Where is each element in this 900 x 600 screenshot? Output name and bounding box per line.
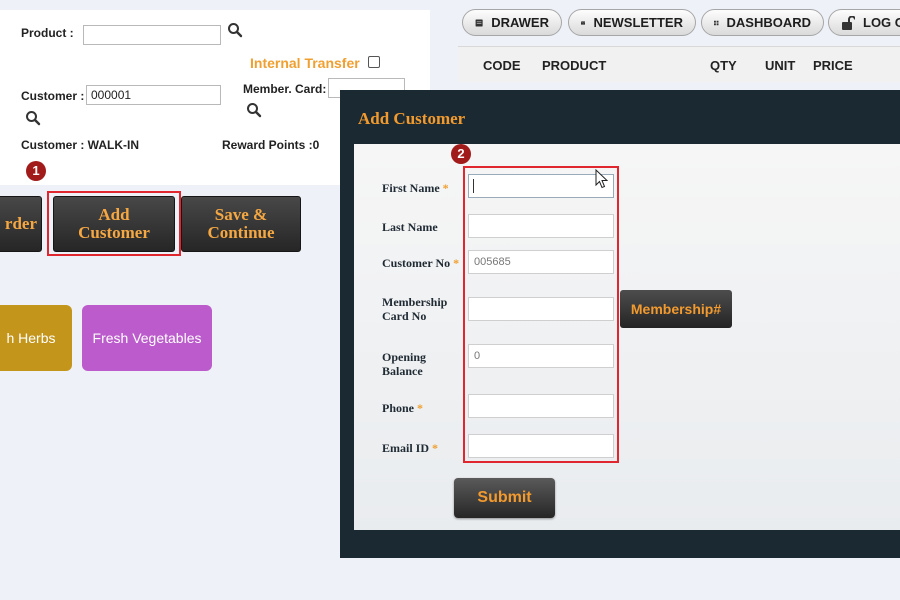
category-tile-label: Fresh Vegetables xyxy=(92,330,202,346)
product-label: Product : xyxy=(21,26,74,40)
add-customer-button[interactable]: Add Customer xyxy=(53,196,175,252)
category-tile-herbs[interactable]: h Herbs xyxy=(0,305,72,371)
col-qty: QTY xyxy=(710,58,737,73)
dashboard-button[interactable]: DASHBOARD xyxy=(701,9,824,36)
first-name-label: First Name * xyxy=(382,181,449,195)
required-mark: * xyxy=(417,401,424,415)
newsletter-button[interactable]: NEWSLETTER xyxy=(568,9,696,36)
reward-points-text: Reward Points :0 xyxy=(222,138,320,152)
email-input[interactable] xyxy=(468,434,614,458)
text-cursor-caret xyxy=(473,179,474,193)
col-price: PRICE xyxy=(813,58,853,73)
membership-number-button[interactable]: Membership# xyxy=(620,290,732,328)
col-code: CODE xyxy=(483,58,521,73)
newsletter-label: NEWSLETTER xyxy=(593,15,683,30)
order-button[interactable]: rder xyxy=(0,196,42,252)
customer-input[interactable] xyxy=(86,85,221,105)
phone-input[interactable] xyxy=(468,394,614,418)
email-label-text: Email ID xyxy=(382,441,430,455)
member-card-search-icon[interactable] xyxy=(246,102,262,118)
customer-no-input[interactable] xyxy=(468,250,614,274)
drawer-label: DRAWER xyxy=(491,15,549,30)
modal-body: First Name * Last Name Customer No * Mem… xyxy=(354,144,900,530)
required-mark: * xyxy=(442,181,449,195)
dashboard-icon xyxy=(714,20,719,25)
drawer-button[interactable]: DRAWER xyxy=(462,9,562,36)
save-continue-button[interactable]: Save & Continue xyxy=(181,196,301,252)
add-customer-modal: Add Customer First Name * Last Name Cust… xyxy=(340,90,900,558)
logout-label: LOG O xyxy=(863,15,900,30)
col-product: PRODUCT xyxy=(542,58,607,73)
membership-card-input[interactable] xyxy=(468,297,614,321)
email-label: Email ID * xyxy=(382,441,438,455)
step-badge-1: 1 xyxy=(26,161,46,181)
modal-title: Add Customer xyxy=(358,109,466,128)
required-mark: * xyxy=(432,441,439,455)
last-name-label: Last Name xyxy=(382,220,438,234)
cart-table-header: CODE PRODUCT QTY UNIT PRICE xyxy=(458,46,900,82)
mouse-pointer-icon xyxy=(595,169,609,189)
product-input[interactable] xyxy=(83,25,221,45)
customer-no-label: Customer No * xyxy=(382,256,459,270)
drawer-icon xyxy=(475,18,483,27)
category-tile-vegetables[interactable]: Fresh Vegetables xyxy=(82,305,212,371)
phone-label: Phone * xyxy=(382,401,423,415)
order-button-label: rder xyxy=(4,214,37,233)
membership-number-label: Membership# xyxy=(630,301,722,317)
membership-card-label: Membership Card No xyxy=(382,295,448,323)
product-search-icon[interactable] xyxy=(227,22,243,38)
category-tile-label: h Herbs xyxy=(6,330,56,346)
unlock-icon xyxy=(842,15,855,30)
dashboard-label: DASHBOARD xyxy=(726,15,812,30)
phone-label-text: Phone xyxy=(382,401,415,415)
customer-label: Customer : xyxy=(21,89,85,103)
member-card-label: Member. Card: xyxy=(243,82,327,96)
last-name-input[interactable] xyxy=(468,214,614,238)
submit-label: Submit xyxy=(477,489,532,506)
internal-transfer-checkbox[interactable] xyxy=(368,56,380,68)
submit-button[interactable]: Submit xyxy=(454,478,555,518)
add-customer-label: Add Customer xyxy=(78,205,150,242)
logout-button[interactable]: LOG O xyxy=(828,9,900,36)
col-unit: UNIT xyxy=(765,58,796,73)
first-name-label-text: First Name xyxy=(382,181,440,195)
envelope-icon xyxy=(581,20,586,25)
customer-no-label-text: Customer No xyxy=(382,256,451,270)
required-mark: * xyxy=(453,256,460,270)
save-continue-label: Save & Continue xyxy=(207,205,275,242)
customer-search-icon[interactable] xyxy=(25,110,41,126)
first-name-input[interactable] xyxy=(468,174,614,198)
opening-balance-label: Opening Balance xyxy=(382,350,427,378)
internal-transfer-label: Internal Transfer xyxy=(250,55,360,71)
step-badge-2: 2 xyxy=(451,144,471,164)
customer-name-text: Customer : WALK-IN xyxy=(21,138,139,152)
opening-balance-input[interactable] xyxy=(468,344,614,368)
